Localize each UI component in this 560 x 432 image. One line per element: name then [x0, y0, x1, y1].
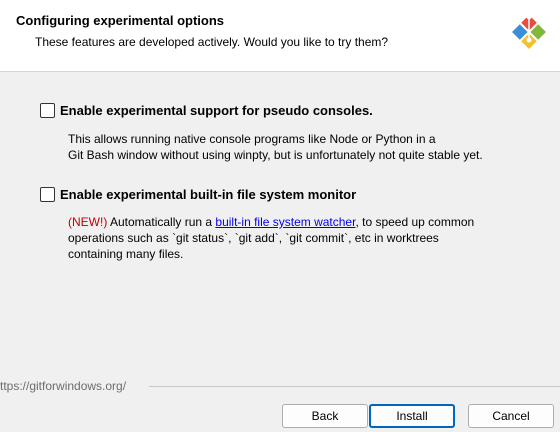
website-url: ttps://gitforwindows.org/: [0, 379, 127, 393]
page-subtitle: These features are developed actively. W…: [35, 35, 389, 49]
wizard-header: Configuring experimental options These f…: [0, 0, 560, 72]
description-line: operations such as `git status`, `git ad…: [68, 231, 439, 245]
pseudo-consoles-label[interactable]: Enable experimental support for pseudo c…: [60, 103, 373, 118]
fs-watcher-link[interactable]: built-in file system watcher: [215, 215, 355, 229]
description-line: containing many files.: [68, 247, 184, 261]
description-text: , to speed up common: [355, 215, 475, 229]
fs-monitor-description: (NEW!) Automatically run a built-in file…: [68, 214, 538, 262]
page-title: Configuring experimental options: [16, 13, 225, 28]
new-badge: (NEW!): [68, 215, 108, 229]
pseudo-consoles-checkbox[interactable]: [40, 103, 55, 118]
pseudo-consoles-description: This allows running native console progr…: [68, 131, 538, 163]
description-line: (NEW!) Automatically run a built-in file…: [68, 214, 538, 230]
back-button[interactable]: Back: [282, 404, 368, 428]
footer-divider: [149, 386, 560, 387]
install-button[interactable]: Install: [369, 404, 455, 428]
fs-monitor-label[interactable]: Enable experimental built-in file system…: [60, 187, 356, 202]
description-text: Automatically run a: [107, 215, 216, 229]
cancel-button[interactable]: Cancel: [468, 404, 554, 428]
description-line: This allows running native console progr…: [68, 132, 436, 146]
description-line: Git Bash window without using winpty, bu…: [68, 148, 483, 162]
fs-monitor-checkbox[interactable]: [40, 187, 55, 202]
git-logo-icon: [512, 14, 546, 49]
